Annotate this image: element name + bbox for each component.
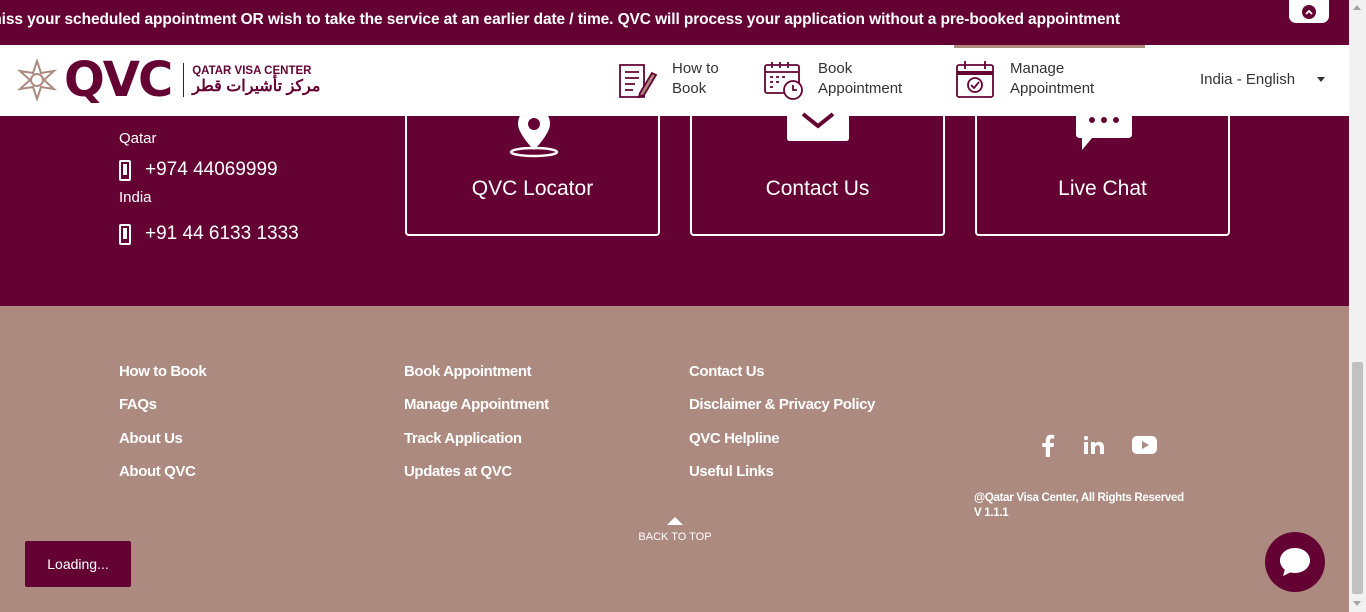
- map-pin-icon: [509, 108, 559, 158]
- copyright-text: @Qatar Visa Center, All Rights Reserved: [974, 492, 1184, 504]
- mobile-phone-icon: [119, 159, 131, 181]
- nav-book-appointment-line2: Appointment: [818, 80, 903, 97]
- form-pen-icon: [619, 64, 658, 99]
- scroll-arrow-up-icon[interactable]: [1353, 5, 1361, 10]
- qatar-phone[interactable]: +974 44069999: [145, 159, 278, 181]
- envelope-icon: [787, 106, 849, 141]
- back-to-top-label: BACK TO TOP: [638, 531, 712, 543]
- nav-manage-appointment[interactable]: Manage Appointment: [954, 59, 1094, 101]
- scrollbar-thumb[interactable]: [1352, 362, 1363, 594]
- nav-how-to-book[interactable]: How to Book: [616, 59, 719, 101]
- version-text: V 1.1.1: [974, 507, 1009, 519]
- footer-link-about-us[interactable]: About Us: [119, 430, 183, 447]
- announcement-ticker: miss your scheduled appointment OR wish …: [0, 0, 1349, 45]
- footer-link-helpline[interactable]: QVC Helpline: [689, 430, 780, 447]
- nav-how-to-book-line2: Book: [672, 80, 707, 97]
- language-label: India - English: [1200, 71, 1296, 88]
- youtube-icon[interactable]: [1132, 436, 1157, 454]
- footer-link-updates[interactable]: Updates at QVC: [404, 463, 512, 480]
- back-to-top-link[interactable]: BACK TO TOP: [637, 517, 713, 543]
- footer-link-disclaimer[interactable]: Disclaimer & Privacy Policy: [689, 396, 875, 413]
- nav-manage-appointment-line2: Appointment: [1010, 80, 1095, 97]
- language-selector[interactable]: India - English: [1200, 71, 1326, 88]
- footer-link-contact-us[interactable]: Contact Us: [689, 363, 765, 380]
- card-contact-us[interactable]: Contact Us: [690, 106, 945, 236]
- chat-icon: [1076, 106, 1132, 150]
- linkedin-icon[interactable]: [1084, 436, 1104, 454]
- calendar-clock-icon: [764, 62, 803, 100]
- india-contact: India: [119, 189, 152, 206]
- facebook-icon[interactable]: [1041, 433, 1055, 457]
- qatar-contact: Qatar: [119, 130, 157, 147]
- chevron-up-icon: [1302, 4, 1316, 19]
- logo-arabic: مركز تأشيرات قطر: [192, 77, 321, 95]
- qvc-logo[interactable]: QVC QATAR VISA CENTER مركز تأشيرات قطر: [16, 56, 320, 104]
- footer-link-about-qvc[interactable]: About QVC: [119, 463, 196, 480]
- nav-manage-appointment-line1: Manage: [1010, 60, 1065, 77]
- card-label: Contact Us: [765, 177, 870, 200]
- caret-down-icon: [1317, 77, 1326, 82]
- page-scrollbar[interactable]: [1349, 0, 1366, 612]
- footer-link-book-appointment[interactable]: Book Appointment: [404, 363, 532, 380]
- footer-link-how-to-book[interactable]: How to Book: [119, 363, 207, 380]
- india-phone[interactable]: +91 44 6133 1333: [145, 223, 299, 245]
- footer-link-manage-appointment[interactable]: Manage Appointment: [404, 396, 549, 413]
- footer-link-faqs[interactable]: FAQs: [119, 396, 157, 413]
- chat-bubble-icon: [1280, 548, 1310, 576]
- qatar-phone-row[interactable]: +974 44069999: [119, 159, 278, 181]
- india-phone-row[interactable]: +91 44 6133 1333: [119, 223, 299, 245]
- logo-divider: [183, 63, 185, 97]
- india-label: India: [119, 189, 152, 206]
- card-qvc-locator[interactable]: QVC Locator: [405, 106, 660, 236]
- card-label: Live Chat: [1058, 177, 1147, 200]
- scroll-up-button[interactable]: [1289, 0, 1329, 23]
- nav-book-appointment-line1: Book: [818, 60, 853, 77]
- logo-text: QATAR VISA CENTER مركز تأشيرات قطر: [192, 65, 320, 95]
- loading-indicator: Loading...: [25, 541, 131, 587]
- arrow-up-icon: [667, 517, 683, 525]
- nav-how-to-book-line1: How to: [672, 60, 719, 77]
- mobile-phone-icon: [119, 223, 131, 245]
- copyright-block: @Qatar Visa Center, All Rights Reserved …: [974, 491, 1184, 521]
- footer-link-useful-links[interactable]: Useful Links: [689, 463, 774, 480]
- logo-english: QATAR VISA CENTER: [192, 64, 312, 77]
- card-live-chat[interactable]: Live Chat: [975, 106, 1230, 236]
- qvc-emblem-icon: [16, 59, 58, 101]
- logo-wordmark: QVC: [64, 52, 173, 108]
- footer-link-track-application[interactable]: Track Application: [404, 430, 522, 447]
- chat-launcher-button[interactable]: [1265, 532, 1325, 592]
- ticker-text: miss your scheduled appointment OR wish …: [0, 11, 1120, 28]
- nav-book-appointment[interactable]: Book Appointment: [762, 59, 902, 101]
- calendar-check-icon: [956, 61, 994, 98]
- qatar-label: Qatar: [119, 130, 157, 147]
- card-label: QVC Locator: [471, 177, 594, 200]
- nav-active-indicator: [954, 45, 1145, 48]
- scroll-arrow-down-icon[interactable]: [1353, 601, 1361, 606]
